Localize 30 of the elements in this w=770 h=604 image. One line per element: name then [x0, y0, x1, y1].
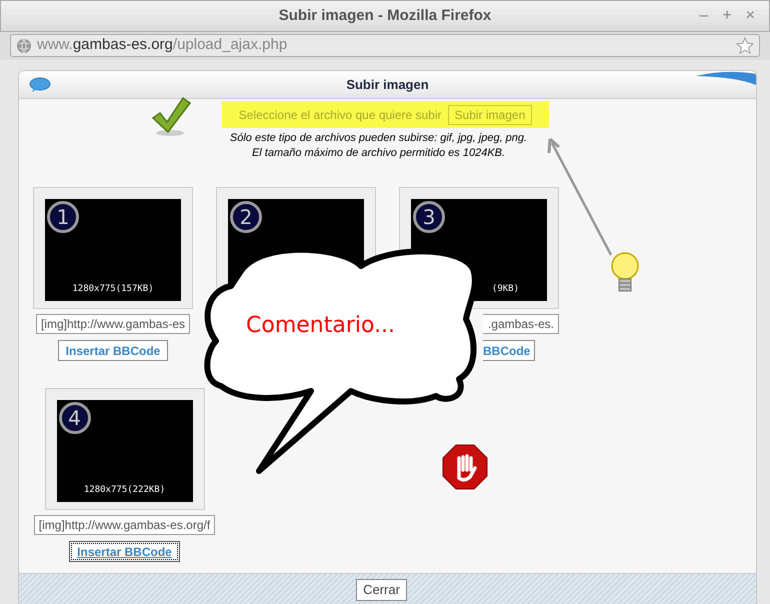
insert-bbcode-button[interactable]: Insertar BBCode: [69, 541, 180, 562]
close-button[interactable]: Cerrar: [356, 578, 407, 600]
window-title: Subir imagen - Mozilla Firefox: [278, 6, 492, 26]
number-badge: 2: [230, 201, 262, 233]
insert-bbcode-button[interactable]: BBCode: [483, 340, 535, 361]
stop-hand-icon: [442, 444, 488, 490]
bbcode-field[interactable]: [img]http://www.gambas-es: [36, 314, 190, 334]
insert-bbcode-button[interactable]: Insertar BBCode: [58, 340, 168, 361]
thumbnail-caption: (9KB): [492, 282, 519, 296]
bbcode-field[interactable]: [img]http://www.gambas-es.org/f: [34, 515, 216, 535]
number-badge: 1: [47, 201, 79, 233]
window-control[interactable]: ×: [746, 8, 755, 24]
dialog-title: Subir imagen: [346, 76, 429, 94]
number-badge: 3: [413, 201, 445, 233]
upload-note: Sólo este tipo de archivos pueden subirse: gif, jpg, jpeg, png.: [230, 131, 528, 146]
bbcode-field[interactable]: .gambas-es.: [483, 314, 559, 334]
upload-note: El tamaño máximo de archivo permitido es 1024KB.: [252, 146, 506, 161]
address-field[interactable]: www.gambas-es.org/upload_ajax.php: [10, 34, 760, 57]
chat-bubble-icon: [29, 77, 51, 93]
corner-swoosh-drawing: [696, 71, 756, 85]
comment-text: Comentario...: [246, 312, 396, 340]
thumbnail-caption: 1280x775(157KB): [72, 282, 154, 296]
star-icon[interactable]: [736, 36, 754, 54]
upload-label: Seleccione el archivo que quiere subir: [238, 106, 442, 124]
url-text: www.gambas-es.org/upload_ajax.php: [37, 35, 288, 56]
thumbnail-caption: 1280x775(222KB): [84, 484, 166, 496]
number-badge: 4: [58, 402, 90, 434]
window-control[interactable]: –: [699, 8, 708, 24]
window-control[interactable]: +: [722, 8, 732, 24]
globe-icon: [16, 38, 32, 54]
